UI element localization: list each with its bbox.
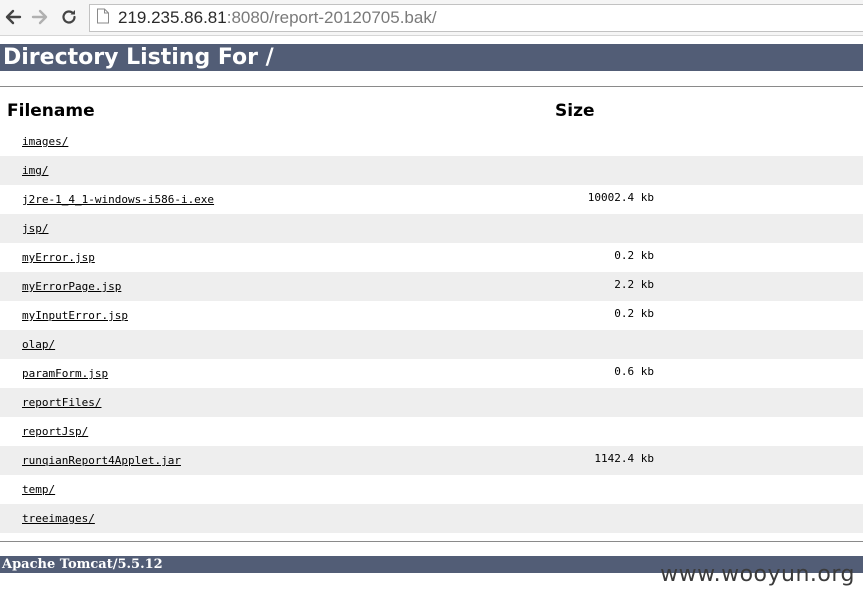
table-row: reportFiles/	[0, 388, 863, 417]
file-link[interactable]: reportFiles/	[22, 396, 101, 409]
table-row: olap/	[0, 330, 863, 359]
table-row: images/	[0, 127, 863, 156]
file-size: 0.6 kb	[614, 365, 654, 378]
file-size: 10002.4 kb	[587, 191, 654, 204]
table-row: reportJsp/	[0, 417, 863, 446]
watermark: www.wooyun.org	[660, 562, 855, 587]
url-host: 219.235.86.81	[118, 8, 227, 27]
file-size: 0.2 kb	[614, 307, 654, 320]
file-link[interactable]: reportJsp/	[22, 425, 88, 438]
table-row: myError.jsp 0.2 kb	[0, 243, 863, 272]
file-size: 0.2 kb	[614, 249, 654, 262]
file-table: images/ img/ j2re-1_4_1-windows-i586-i.e…	[0, 127, 863, 533]
forward-arrow-icon[interactable]	[29, 6, 51, 28]
url-text[interactable]: 219.235.86.81:8080/report-20120705.bak/	[118, 8, 437, 28]
table-row: treeimages/	[0, 504, 863, 533]
table-row: myInputError.jsp 0.2 kb	[0, 301, 863, 330]
file-link[interactable]: paramForm.jsp	[22, 367, 108, 380]
table-row: runqianReport4Applet.jar 1142.4 kb	[0, 446, 863, 475]
file-link[interactable]: myInputError.jsp	[22, 309, 128, 322]
file-link[interactable]: olap/	[22, 338, 55, 351]
divider	[0, 541, 863, 542]
file-link[interactable]: myError.jsp	[22, 251, 95, 264]
column-header-size: Size	[555, 101, 595, 121]
table-row: jsp/	[0, 214, 863, 243]
address-bar[interactable]: 219.235.86.81:8080/report-20120705.bak/	[89, 4, 863, 32]
table-row: myErrorPage.jsp 2.2 kb	[0, 272, 863, 301]
table-row: img/	[0, 156, 863, 185]
page-icon	[96, 8, 110, 28]
table-row: j2re-1_4_1-windows-i586-i.exe 10002.4 kb	[0, 185, 863, 214]
file-link[interactable]: runqianReport4Applet.jar	[22, 454, 181, 467]
divider	[0, 86, 863, 87]
table-row: paramForm.jsp 0.6 kb	[0, 359, 863, 388]
file-size: 2.2 kb	[614, 278, 654, 291]
page-title: Directory Listing For /	[0, 44, 863, 71]
file-link[interactable]: temp/	[22, 483, 55, 496]
reload-icon[interactable]	[58, 6, 80, 28]
file-link[interactable]: jsp/	[22, 222, 49, 235]
file-link[interactable]: treeimages/	[22, 512, 95, 525]
back-arrow-icon[interactable]	[2, 6, 24, 28]
column-header-filename: Filename	[7, 101, 95, 121]
table-row: temp/	[0, 475, 863, 504]
browser-toolbar: 219.235.86.81:8080/report-20120705.bak/	[0, 0, 863, 36]
file-link[interactable]: j2re-1_4_1-windows-i586-i.exe	[22, 193, 214, 206]
file-size: 1142.4 kb	[594, 452, 654, 465]
file-link[interactable]: images/	[22, 135, 68, 148]
url-path: :8080/report-20120705.bak/	[226, 8, 437, 27]
file-link[interactable]: img/	[22, 164, 49, 177]
file-link[interactable]: myErrorPage.jsp	[22, 280, 121, 293]
